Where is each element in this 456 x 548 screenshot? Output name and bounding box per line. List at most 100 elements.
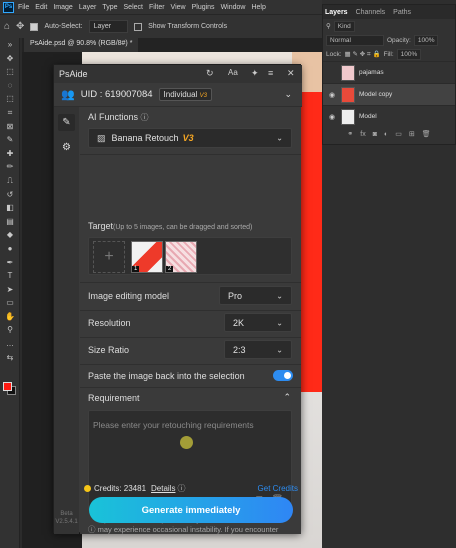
menu-view[interactable]: View bbox=[171, 4, 186, 11]
pin-icon[interactable]: ✦ bbox=[251, 68, 259, 79]
paste-back-label: Paste the image back into the selection bbox=[88, 371, 245, 381]
hand-tool-icon[interactable]: ✋ bbox=[0, 310, 20, 324]
divider bbox=[80, 364, 301, 365]
history-brush-icon[interactable]: ↺ bbox=[0, 188, 20, 202]
frame-tool-icon[interactable]: ⊠ bbox=[0, 120, 20, 134]
healing-tool-icon[interactable]: ✚ bbox=[0, 147, 20, 161]
tab-channels[interactable]: Channels bbox=[356, 9, 386, 16]
refresh-icon[interactable]: ↻ bbox=[206, 68, 214, 79]
mask-icon[interactable]: ◙ bbox=[373, 131, 377, 138]
crop-tool-icon[interactable]: ⌗ bbox=[0, 106, 20, 120]
blend-mode-dropdown[interactable]: Normal bbox=[326, 34, 384, 46]
requirement-textarea[interactable]: Please enter your retouching requirement… bbox=[88, 410, 292, 511]
pen-tool-icon[interactable]: ✒ bbox=[0, 256, 20, 270]
target-images-area[interactable]: + 1 2 bbox=[88, 237, 292, 275]
swap-colors-icon[interactable]: ⇆ bbox=[0, 351, 20, 365]
sidebar-item-edit[interactable]: ✎ bbox=[58, 114, 75, 131]
paste-back-toggle[interactable] bbox=[273, 370, 293, 381]
info-icon[interactable]: ⓘ bbox=[177, 483, 185, 494]
target-image-thumbnail[interactable]: 2 bbox=[165, 241, 197, 273]
sidebar-item-settings[interactable]: ⚙ bbox=[58, 139, 75, 156]
blur-tool-icon[interactable]: ◆ bbox=[0, 228, 20, 242]
more-tools-icon[interactable]: … bbox=[0, 337, 20, 351]
dodge-tool-icon[interactable]: ● bbox=[0, 242, 20, 256]
target-image-index: 2 bbox=[166, 266, 174, 272]
info-icon[interactable]: ⓘ bbox=[141, 113, 149, 122]
tab-paths[interactable]: Paths bbox=[393, 9, 411, 16]
stamp-tool-icon[interactable]: ⎍ bbox=[0, 174, 20, 188]
menu-layer[interactable]: Layer bbox=[79, 4, 97, 11]
details-link[interactable]: Details bbox=[151, 484, 175, 493]
chevron-up-icon[interactable]: ⌃ bbox=[283, 392, 291, 403]
size-ratio-dropdown[interactable]: 2:3 ⌄ bbox=[224, 340, 292, 359]
close-icon[interactable]: ✕ bbox=[287, 68, 295, 79]
menu-icon[interactable]: ≡ bbox=[268, 68, 273, 78]
object-select-tool-icon[interactable]: ⬚ bbox=[0, 92, 20, 106]
auto-select-dropdown[interactable]: Layer bbox=[88, 20, 129, 33]
target-image-thumbnail[interactable]: 1 bbox=[131, 241, 163, 273]
ai-function-dropdown[interactable]: ▨ Banana Retouch V3 ⌄ bbox=[88, 128, 292, 148]
collapse-icon[interactable]: » bbox=[0, 38, 20, 52]
search-icon: ⚲ bbox=[326, 23, 331, 30]
font-size-icon[interactable]: Aa bbox=[228, 68, 238, 77]
chevron-down-icon: ⌄ bbox=[276, 133, 283, 143]
menu-image[interactable]: Image bbox=[53, 4, 72, 11]
type-tool-icon[interactable]: T bbox=[0, 269, 20, 283]
layers-panel-tabs: Layers Channels Paths bbox=[323, 5, 455, 19]
lock-icons[interactable]: ▦ ✎ ✥ ⌗ 🔒 bbox=[345, 50, 381, 59]
eye-icon[interactable]: ◉ bbox=[327, 91, 337, 99]
move-tool-icon[interactable]: ✥ bbox=[16, 21, 24, 32]
menu-window[interactable]: Window bbox=[221, 4, 246, 11]
gear-icon: ⚙ bbox=[62, 142, 71, 153]
photoshop-logo[interactable]: Ps bbox=[3, 1, 14, 13]
marquee-tool-icon[interactable]: ⬚ bbox=[0, 65, 20, 79]
get-credits-link[interactable]: Get Credits bbox=[258, 484, 298, 493]
link-icon[interactable]: ⚭ bbox=[347, 130, 353, 138]
menu-plugins[interactable]: Plugins bbox=[192, 4, 215, 11]
menu-type[interactable]: Type bbox=[102, 4, 117, 11]
menu-file[interactable]: File bbox=[18, 4, 29, 11]
info-icon: ⓘ bbox=[88, 525, 96, 534]
plan-badge[interactable]: Individual V3 bbox=[158, 88, 212, 101]
path-select-icon[interactable]: ➤ bbox=[0, 283, 20, 297]
users-icon: 👥 bbox=[61, 89, 75, 101]
tab-layers[interactable]: Layers bbox=[325, 9, 348, 16]
gradient-tool-icon[interactable]: ▤ bbox=[0, 215, 20, 229]
adjustment-icon[interactable]: ◐ bbox=[384, 131, 388, 138]
generate-button[interactable]: Generate immediately bbox=[89, 497, 293, 523]
new-layer-icon[interactable]: ⊞ bbox=[409, 130, 415, 138]
auto-select-checkbox[interactable] bbox=[30, 22, 39, 31]
kind-filter-dropdown[interactable]: Kind bbox=[333, 20, 355, 32]
version-info: Beta V2.5.4.1 bbox=[54, 510, 79, 526]
home-icon[interactable]: ⌂ bbox=[4, 21, 10, 32]
add-image-button[interactable]: + bbox=[93, 241, 125, 273]
mouse-cursor-highlight bbox=[180, 436, 193, 449]
layer-row[interactable]: pajamas bbox=[323, 61, 455, 83]
layer-row[interactable]: ◉ Model bbox=[323, 105, 455, 127]
menu-help[interactable]: Help bbox=[251, 4, 265, 11]
move-tool-icon[interactable]: ✥ bbox=[0, 52, 20, 66]
chevron-down-icon[interactable]: ⌄ bbox=[284, 89, 292, 100]
rectangle-tool-icon[interactable]: ▭ bbox=[0, 296, 20, 310]
zoom-tool-icon[interactable]: ⚲ bbox=[0, 323, 20, 337]
editing-model-dropdown[interactable]: Pro ⌄ bbox=[219, 286, 292, 305]
opacity-field[interactable]: 100% bbox=[413, 34, 439, 46]
eraser-tool-icon[interactable]: ◧ bbox=[0, 201, 20, 215]
foreground-color-swatch[interactable] bbox=[3, 382, 12, 391]
eye-icon[interactable]: ◉ bbox=[327, 113, 337, 121]
lasso-tool-icon[interactable]: ◌ bbox=[0, 79, 20, 93]
fill-field[interactable]: 100% bbox=[396, 48, 422, 60]
layer-row-selected[interactable]: ◉ Model copy bbox=[323, 83, 455, 105]
fx-icon[interactable]: fx bbox=[360, 131, 365, 138]
show-transform-checkbox[interactable] bbox=[134, 22, 143, 31]
document-tab[interactable]: PsAide.psd @ 90.8% (RGB/8#) * bbox=[24, 38, 139, 52]
brush-tool-icon[interactable]: ✏ bbox=[0, 160, 20, 174]
menu-filter[interactable]: Filter bbox=[149, 4, 165, 11]
folder-icon[interactable]: ▭ bbox=[395, 130, 402, 138]
menu-select[interactable]: Select bbox=[124, 4, 143, 11]
resolution-dropdown[interactable]: 2K ⌄ bbox=[224, 313, 292, 332]
menu-edit[interactable]: Edit bbox=[35, 4, 47, 11]
eyedropper-tool-icon[interactable]: ✎ bbox=[0, 133, 20, 147]
plugin-sidebar: ✎ ⚙ Beta V2.5.4.1 bbox=[54, 107, 79, 534]
trash-icon[interactable]: 🗑 bbox=[422, 130, 431, 138]
